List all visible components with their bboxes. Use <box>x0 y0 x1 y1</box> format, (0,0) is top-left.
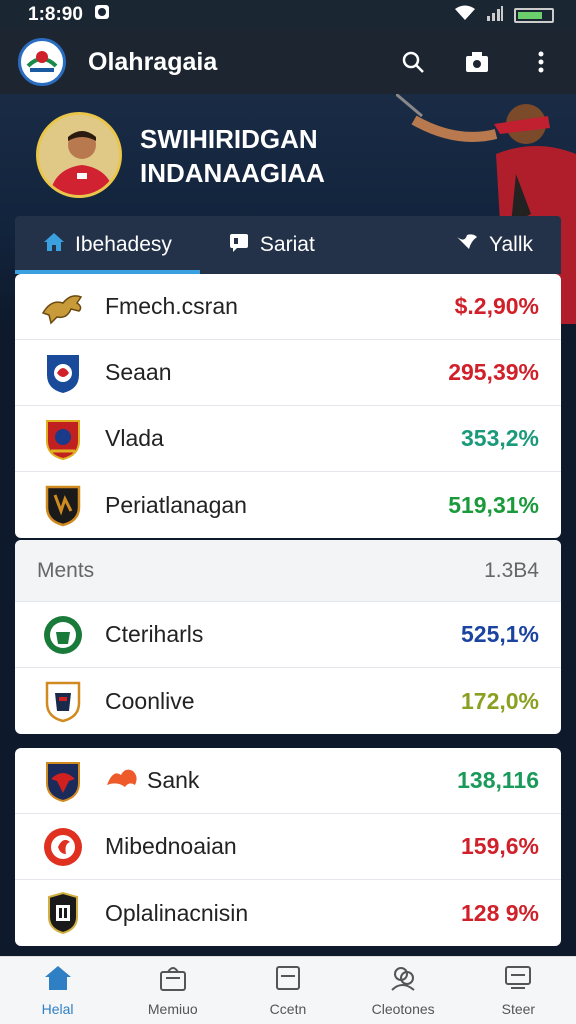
nav-label: Memiuo <box>147 1001 198 1017</box>
item-value: 353,2% <box>460 425 539 451</box>
nav-ccetn[interactable]: Ccetn <box>238 964 338 1017</box>
list-item[interactable]: Oplalinacnisin 128 9% <box>15 880 561 946</box>
item-value: 138,116 <box>457 767 539 793</box>
monitor-icon <box>503 964 533 995</box>
list-item[interactable]: Fmech.csran $.2,90% <box>15 274 561 340</box>
tab-yallk[interactable]: Yallk <box>427 216 561 274</box>
signal-icon <box>486 5 504 26</box>
item-label: Sank <box>147 767 200 793</box>
tab-bar: Ibehadesy Sariat Yallk <box>15 216 561 274</box>
wifi-icon <box>454 5 476 26</box>
list-item[interactable]: Coonlive 172,0% <box>15 668 561 734</box>
section-count: 1.3B4 <box>484 558 539 582</box>
ranking-card-3: Sank 138,116 Mibednoaian 159,6% Oplalina… <box>15 748 561 946</box>
battery-icon <box>514 7 554 23</box>
list-item[interactable]: Periatlanagan 519,31% <box>15 472 561 538</box>
status-bar: 1:8:90 <box>0 0 576 30</box>
nav-cleotones[interactable]: Cleotones <box>353 964 453 1017</box>
home-icon <box>43 231 65 259</box>
item-label: Cteriharls <box>105 621 204 647</box>
item-label: Vlada <box>105 425 164 451</box>
item-label: Seaan <box>105 359 172 385</box>
people-icon <box>388 964 418 995</box>
nav-helal[interactable]: Helal <box>8 964 108 1017</box>
tab-ibehadesy[interactable]: Ibehadesy <box>15 216 200 274</box>
tower-crest-icon <box>41 891 85 935</box>
red-circle-crest-icon <box>41 825 85 869</box>
card-icon <box>273 964 303 995</box>
player-avatar[interactable] <box>36 112 122 198</box>
item-label: Coonlive <box>105 687 195 714</box>
app-bar: Olahragaia <box>0 30 576 94</box>
nav-label: Ccetn <box>269 1001 307 1017</box>
bird-icon <box>455 231 479 259</box>
item-label: Mibednoaian <box>105 833 237 859</box>
search-icon[interactable] <box>396 45 430 79</box>
knight-crest-icon <box>41 679 85 723</box>
shield-crest-icon <box>41 351 85 395</box>
flame-icon <box>105 765 141 796</box>
item-value: 172,0% <box>460 687 539 714</box>
list-item[interactable]: Sank 138,116 <box>15 748 561 814</box>
status-time: 1:8:90 <box>28 4 83 25</box>
tab-sariat[interactable]: Sariat <box>200 216 343 274</box>
item-label: Fmech.csran <box>105 293 238 319</box>
more-icon[interactable] <box>524 45 558 79</box>
home-icon <box>43 964 73 995</box>
section-header: Ments 1.3B4 <box>15 540 561 602</box>
item-label: Periatlanagan <box>105 491 247 518</box>
green-crest-icon <box>41 613 85 657</box>
item-value: 525,1% <box>460 621 539 647</box>
item-value: 128 9% <box>460 899 539 926</box>
tab-label: Sariat <box>259 233 315 256</box>
bag-icon <box>158 964 188 995</box>
chat-icon <box>228 231 250 259</box>
item-value: 519,31% <box>448 491 539 518</box>
item-label: Oplalinacnisin <box>105 899 249 926</box>
black-crest-icon <box>41 483 85 527</box>
app-logo-icon[interactable] <box>18 38 66 86</box>
tab-label: Yallk <box>489 233 533 256</box>
nav-label: Helal <box>41 1001 74 1017</box>
notification-icon <box>93 3 111 27</box>
lion-crest-icon <box>41 285 85 329</box>
ranking-card-2: Ments 1.3B4 Cteriharls 525,1% Coonlive 1… <box>15 540 561 734</box>
list-item[interactable]: Vlada 353,2% <box>15 406 561 472</box>
nav-steer[interactable]: Steer <box>468 964 568 1017</box>
list-item[interactable]: Cteriharls 525,1% <box>15 602 561 668</box>
hero-name-line2: INDANAAGIAA <box>140 158 325 188</box>
hero-name-line1: SWIHIRIDGAN <box>140 124 318 154</box>
bottom-nav: Helal Memiuo Ccetn Cleotones Steer <box>0 956 576 1024</box>
eagle-crest-icon <box>41 759 85 803</box>
item-value: 295,39% <box>448 359 539 385</box>
app-title: Olahragaia <box>88 47 218 76</box>
item-value: 159,6% <box>460 833 539 859</box>
list-item[interactable]: Mibednoaian 159,6% <box>15 814 561 880</box>
list-item[interactable]: Seaan 295,39% <box>15 340 561 406</box>
ranking-card-1: Fmech.csran $.2,90% Seaan 295,39% Vlada … <box>15 274 561 538</box>
section-title: Ments <box>37 558 95 582</box>
nav-label: Steer <box>501 1001 536 1017</box>
nav-memiuo[interactable]: Memiuo <box>123 964 223 1017</box>
tab-label: Ibehadesy <box>75 233 172 256</box>
item-value: $.2,90% <box>454 293 539 319</box>
nav-label: Cleotones <box>371 1001 435 1017</box>
camera-icon[interactable] <box>460 45 494 79</box>
red-crest-icon <box>41 417 85 461</box>
